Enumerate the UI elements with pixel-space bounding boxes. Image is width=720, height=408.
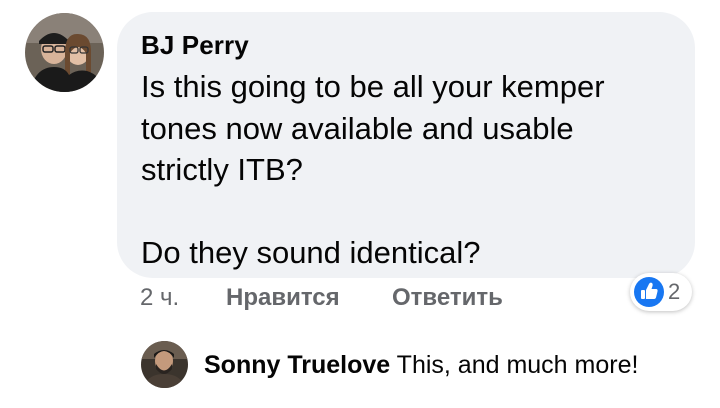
reaction-summary[interactable]: 2 <box>630 273 692 311</box>
comment-line: strictly ITB? <box>141 152 303 187</box>
comment-line: tones now available and usable <box>141 110 574 146</box>
reply-button[interactable]: Ответить <box>392 284 503 312</box>
comment-timestamp[interactable]: 2 ч. <box>140 284 179 312</box>
reply-text: This, and much more! <box>396 351 639 379</box>
reaction-count: 2 <box>668 279 681 304</box>
comment-line: Do they sound identical? <box>141 235 481 270</box>
comment-author[interactable]: BJ Perry <box>141 30 249 61</box>
commenter-avatar[interactable] <box>25 13 104 92</box>
comment-body: Is this going to be all your kemper tone… <box>141 66 605 274</box>
like-button[interactable]: Нравится <box>226 284 340 312</box>
reply-preview[interactable]: Sonny Truelove This, and much more! <box>204 351 638 380</box>
reply-author[interactable]: Sonny Truelove <box>204 351 390 379</box>
comment-bubble: BJ Perry Is this going to be all your ke… <box>117 12 695 278</box>
like-icon <box>634 277 664 307</box>
reply-author-avatar[interactable] <box>141 341 188 388</box>
comment-line: Is this going to be all your kemper <box>141 69 605 104</box>
